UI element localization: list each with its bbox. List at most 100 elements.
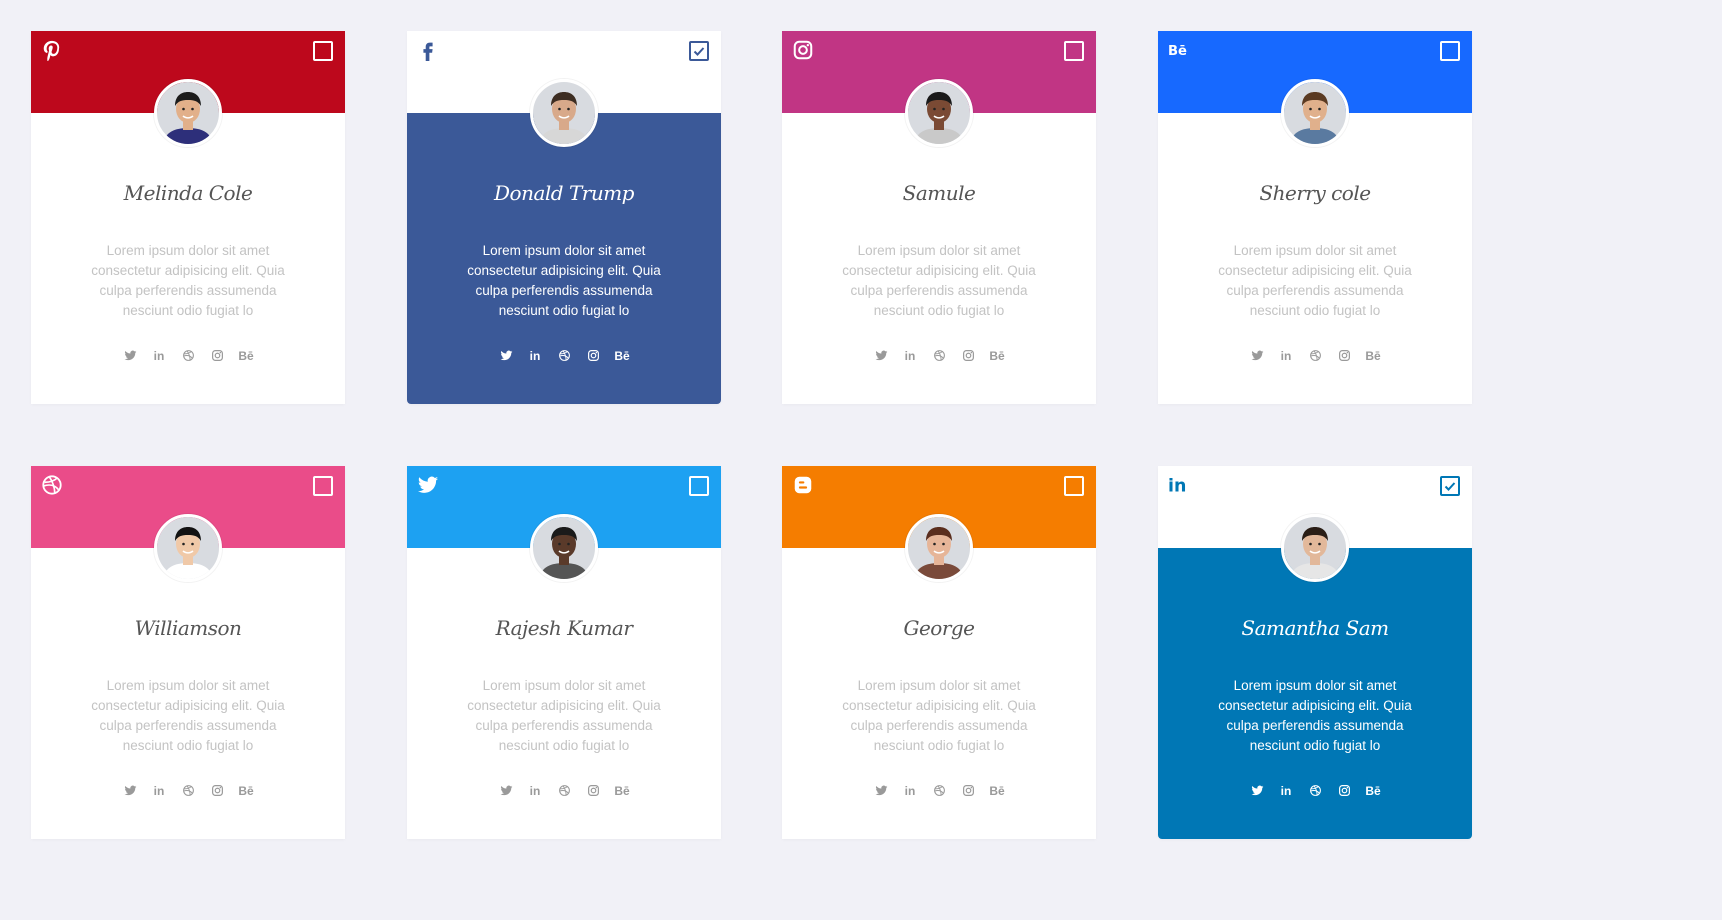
linkedin-icon-label: in [904,348,916,363]
dribbble-icon[interactable] [1307,347,1324,364]
instagram-icon [792,39,814,61]
profile-card[interactable]: Bē Sherry cole Lorem ipsum dolor sit amet … [1158,31,1472,404]
profile-name: Donald Trump [494,181,635,205]
select-checkbox[interactable] [1440,41,1460,61]
instagram-icon[interactable] [1336,782,1353,799]
linkedin-icon[interactable]: in [902,347,919,364]
select-checkbox[interactable] [1064,476,1084,496]
profile-description: Lorem ipsum dolor sit amet consectetur a… [1218,678,1412,753]
blogger-icon [792,474,814,496]
profile-card[interactable]: Samule Lorem ipsum dolor sit amet consect… [782,31,1096,404]
profile-card-grid: Melinda Cole Lorem ipsum dolor sit amet c… [0,0,1722,920]
instagram-icon[interactable] [209,347,226,364]
social-links: in Bē [407,347,721,364]
dribbble-icon[interactable] [556,347,573,364]
avatar [905,514,973,582]
profile-description: Lorem ipsum dolor sit amet consectetur a… [1218,243,1412,318]
dribbble-icon[interactable] [180,347,197,364]
behance-icon: Bē [1168,39,1190,61]
social-links: in Bē [782,347,1096,364]
profile-name: Sherry cole [1259,181,1371,205]
behance-icon[interactable]: Bē [989,347,1006,364]
profile-card[interactable]: George Lorem ipsum dolor sit amet consect… [782,466,1096,839]
behance-icon-label: Bē [238,783,254,798]
profile-description: Lorem ipsum dolor sit amet consectetur a… [842,243,1036,318]
profile-description: Lorem ipsum dolor sit amet consectetur a… [91,678,285,753]
social-links: in Bē [407,782,721,799]
twitter-icon[interactable] [498,782,515,799]
avatar [530,79,598,147]
behance-icon-label: Bē [614,348,630,363]
profile-card[interactable]: Melinda Cole Lorem ipsum dolor sit amet c… [31,31,345,404]
linkedin-icon-label: in [1280,348,1292,363]
svg-text:in: in [1168,476,1186,496]
behance-icon[interactable]: Bē [1365,347,1382,364]
avatar [154,79,222,147]
instagram-icon[interactable] [960,782,977,799]
dribbble-icon[interactable] [556,782,573,799]
behance-icon[interactable]: Bē [238,347,255,364]
dribbble-icon[interactable] [1307,782,1324,799]
behance-icon-label: Bē [1365,783,1381,798]
linkedin-icon[interactable]: in [151,347,168,364]
behance-icon-label: Bē [989,783,1005,798]
social-links: in Bē [1158,782,1472,799]
linkedin-icon-label: in [904,783,916,798]
select-checkbox[interactable] [313,41,333,61]
select-checkbox[interactable] [689,476,709,496]
profile-name: Williamson [134,616,242,640]
linkedin-icon[interactable]: in [902,782,919,799]
twitter-icon [417,474,439,496]
linkedin-icon-label: in [529,348,541,363]
behance-icon[interactable]: Bē [614,782,631,799]
linkedin-icon-label: in [153,348,165,363]
linkedin-icon[interactable]: in [527,347,544,364]
dribbble-icon[interactable] [931,347,948,364]
select-checkbox[interactable] [1440,476,1460,496]
behance-icon-label: Bē [989,348,1005,363]
twitter-icon[interactable] [122,782,139,799]
profile-card[interactable]: Rajesh Kumar Lorem ipsum dolor sit amet c… [407,466,721,839]
linkedin-icon-label: in [1280,783,1292,798]
dribbble-icon[interactable] [180,782,197,799]
profile-name: Samule [902,181,976,205]
select-checkbox[interactable] [1064,41,1084,61]
twitter-icon[interactable] [873,347,890,364]
linkedin-icon[interactable]: in [151,782,168,799]
facebook-icon [417,39,439,61]
svg-text:Bē: Bē [1168,44,1187,59]
instagram-icon[interactable] [585,347,602,364]
profile-description: Lorem ipsum dolor sit amet consectetur a… [91,243,285,318]
pinterest-icon [41,39,63,61]
twitter-icon[interactable] [122,347,139,364]
behance-icon[interactable]: Bē [614,347,631,364]
behance-icon[interactable]: Bē [989,782,1006,799]
behance-icon[interactable]: Bē [1365,782,1382,799]
profile-description: Lorem ipsum dolor sit amet consectetur a… [467,243,661,318]
profile-description: Lorem ipsum dolor sit amet consectetur a… [842,678,1036,753]
linkedin-icon[interactable]: in [527,782,544,799]
linkedin-icon: in [1168,474,1190,496]
instagram-icon[interactable] [960,347,977,364]
select-checkbox[interactable] [689,41,709,61]
instagram-icon[interactable] [585,782,602,799]
instagram-icon[interactable] [1336,347,1353,364]
linkedin-icon[interactable]: in [1278,782,1295,799]
avatar [1281,514,1349,582]
profile-card[interactable]: in Samantha Sam Lorem ipsum dolor sit amet… [1158,466,1472,839]
social-links: in Bē [31,347,345,364]
dribbble-icon[interactable] [931,782,948,799]
twitter-icon[interactable] [1249,347,1266,364]
select-checkbox[interactable] [313,476,333,496]
behance-icon[interactable]: Bē [238,782,255,799]
linkedin-icon-label: in [153,783,165,798]
twitter-icon[interactable] [873,782,890,799]
profile-card[interactable]: Williamson Lorem ipsum dolor sit amet con… [31,466,345,839]
profile-card[interactable]: Donald Trump Lorem ipsum dolor sit amet c… [407,31,721,404]
twitter-icon[interactable] [498,347,515,364]
profile-name: Rajesh Kumar [495,616,633,640]
twitter-icon[interactable] [1249,782,1266,799]
instagram-icon[interactable] [209,782,226,799]
linkedin-icon[interactable]: in [1278,347,1295,364]
dribbble-icon [41,474,63,496]
